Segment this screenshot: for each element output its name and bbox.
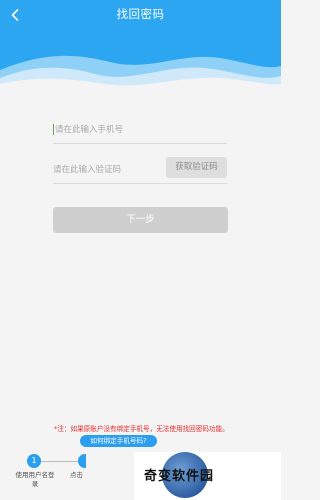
step-label: 使用用户名登录 bbox=[15, 471, 55, 488]
verification-code-input[interactable] bbox=[53, 159, 158, 181]
watermark-text: 奇变软件园 bbox=[144, 469, 215, 484]
next-step-button[interactable]: 下一步 bbox=[53, 207, 228, 233]
how-to-bind-phone-link[interactable]: 如何绑定手机号码? bbox=[80, 435, 157, 447]
page-title: 找回密码 bbox=[116, 7, 165, 21]
step-connector bbox=[41, 461, 79, 462]
phone-field bbox=[53, 119, 229, 144]
header-wave-decoration bbox=[0, 55, 281, 92]
watermark-logo: 奇变软件园 bbox=[134, 452, 281, 500]
notice-text: *注：如果原账户没有绑定手机号，无法使用找回密码功能。 bbox=[54, 425, 229, 433]
step-number-badge: 1 bbox=[27, 454, 41, 468]
step-label: 点击 bbox=[70, 471, 83, 479]
get-code-button[interactable]: 获取验证码 bbox=[166, 157, 227, 178]
step-number-badge bbox=[78, 454, 86, 468]
header-bar: 找回密码 bbox=[0, 0, 281, 92]
phone-input[interactable] bbox=[53, 119, 229, 141]
